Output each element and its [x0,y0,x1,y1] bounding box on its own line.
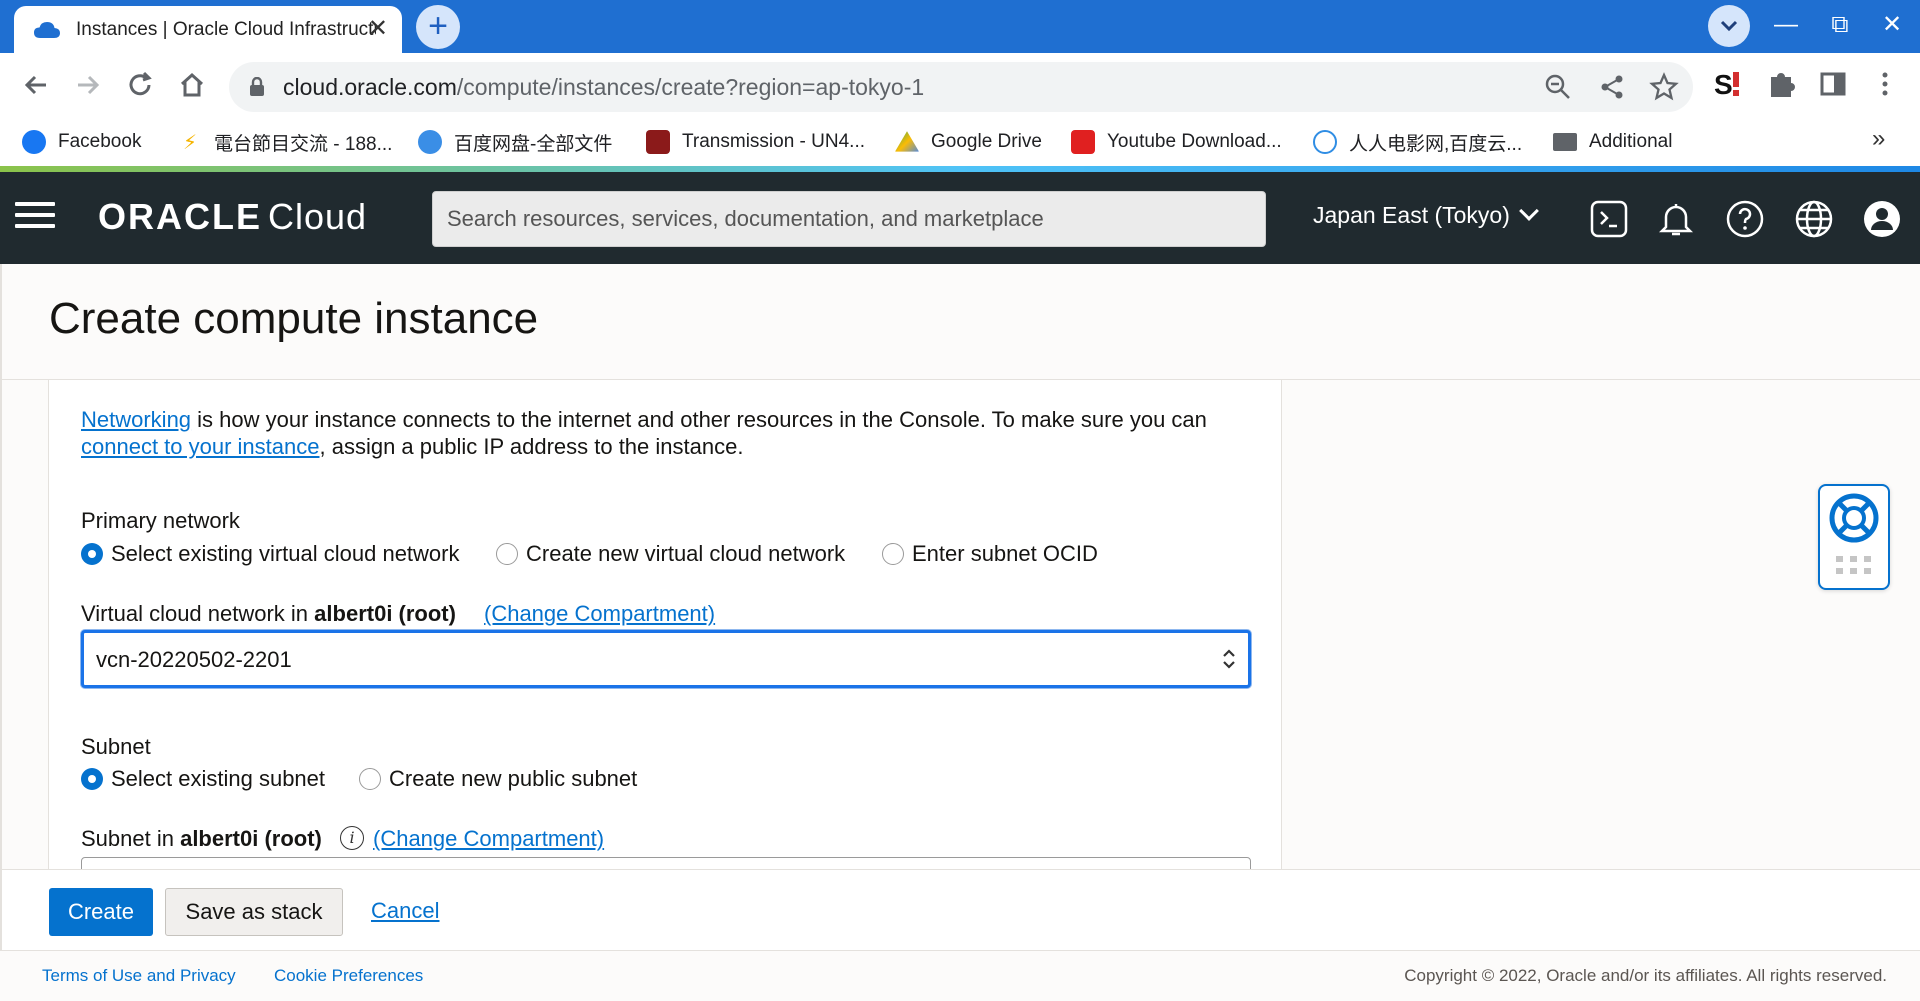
url-text: cloud.oracle.com/compute/instances/creat… [283,74,925,100]
share-icon[interactable] [1597,72,1627,102]
user-profile-icon[interactable] [1862,199,1902,239]
cancel-link[interactable]: Cancel [371,898,439,924]
subnet-compartment-label: Subnet in albert0i (root) [81,826,322,851]
radio-button [81,543,103,565]
transmission-icon [646,130,670,154]
browser-toolbar: cloud.oracle.com/compute/instances/creat… [0,53,1920,117]
lock-icon [250,77,264,96]
subnet-select[interactable] [81,857,1251,869]
region-selector[interactable]: Japan East (Tokyo) [1313,201,1539,229]
radio-create-new-vcn[interactable]: Create new virtual cloud network [496,541,845,567]
form-actions-bar: Create Save as stack Cancel [0,869,1920,951]
browser-tab-strip: Instances | Oracle Cloud Infrastructure … [0,0,1920,53]
help-icon[interactable] [1725,199,1765,239]
bookmarks-bar: Facebook ⚡ 電台節目交流 - 188... 百度网盘-全部文件 Tran… [0,117,1920,168]
terms-of-use-link[interactable]: Terms of Use and Privacy [42,966,236,986]
bookmarks-overflow-button[interactable]: » [1872,125,1885,153]
cloud-shell-icon[interactable] [1589,199,1629,239]
bookmark-star-icon[interactable] [1649,72,1679,102]
lifebuoy-icon [1829,493,1879,574]
baidu-cloud-icon [418,130,442,154]
tab-search-button[interactable] [1708,5,1750,47]
page-title: Create compute instance [49,294,539,343]
forward-arrow-icon[interactable] [70,67,106,103]
vcn-change-compartment-link[interactable]: (Change Compartment) [484,601,715,627]
notifications-bell-icon[interactable] [1656,199,1696,239]
back-arrow-icon[interactable] [18,67,54,103]
folder-icon [1553,133,1577,151]
radio-button [359,768,381,790]
radio-button [882,543,904,565]
extensions-puzzle-icon[interactable] [1764,67,1798,101]
cookie-preferences-link[interactable]: Cookie Preferences [274,966,423,986]
copyright-text: Copyright © 2022, Oracle and/or its affi… [1404,966,1887,985]
oci-search-input[interactable]: Search resources, services, documentatio… [432,191,1266,247]
google-drive-icon [895,131,919,152]
vcn-label: Virtual cloud network in albert0i (root) [81,601,456,626]
radio-enter-subnet-ocid[interactable]: Enter subnet OCID [882,541,1098,567]
networking-intro: Networking is how your instance connects… [81,407,1207,459]
close-window-button[interactable]: ✕ [1874,9,1910,41]
chevron-down-icon [1720,20,1738,32]
side-panel-icon[interactable] [1816,67,1850,101]
tab-close-icon[interactable]: ✕ [368,17,388,41]
radio-select-existing-subnet[interactable]: Select existing subnet [81,766,325,792]
bookmark-folder-additional[interactable]: Additional [1553,125,1672,159]
vcn-select[interactable]: vcn-20220502-2201 [81,630,1251,688]
primary-network-label: Primary network [81,508,240,533]
rr-icon [1313,130,1337,154]
page-header: Create compute instance [0,264,1920,380]
radio-create-new-public-subnet[interactable]: Create new public subnet [359,766,637,792]
subnet-change-compartment-link[interactable]: (Change Compartment) [373,826,604,852]
page-footer: Terms of Use and Privacy Cookie Preferen… [0,951,1920,1001]
radio-select-existing-vcn[interactable]: Select existing virtual cloud network [81,541,460,567]
restore-button[interactable]: ⧉ [1822,9,1858,41]
minimize-button[interactable]: — [1768,9,1804,41]
radio-button [496,543,518,565]
bookmark-baidu-pan[interactable]: 百度网盘-全部文件 [418,125,612,159]
bookmark-youtube-download[interactable]: Youtube Download... [1071,125,1282,159]
facebook-icon [22,130,46,154]
oracle-cloud-logo[interactable]: ORACLE Cloud [98,196,367,238]
tab-title: Instances | Oracle Cloud Infrastructure [76,18,376,40]
download-icon [1071,130,1095,154]
navigation-menu-icon[interactable] [15,202,55,232]
bookmark-transmission[interactable]: Transmission - UN4... [646,125,865,159]
oracle-cloud-favicon-icon [34,21,60,38]
lightning-icon: ⚡ [182,132,198,154]
new-tab-button[interactable]: + [416,5,460,49]
extension-s-icon[interactable]: S [1712,67,1746,101]
bookmark-radio-exchange[interactable]: ⚡ 電台節目交流 - 188... [178,125,392,159]
radio-button [81,768,103,790]
chevron-down-icon [1518,201,1539,221]
networking-form: Networking is how your instance connects… [48,380,1282,869]
bookmark-rr-movies[interactable]: 人人电影网,百度云... [1313,125,1522,159]
language-globe-icon[interactable] [1794,199,1834,239]
connect-to-instance-link[interactable]: connect to your instance [81,434,319,459]
networking-link[interactable]: Networking [81,407,191,432]
info-icon[interactable]: i [340,826,364,850]
zoom-icon[interactable] [1543,72,1573,102]
reload-icon[interactable] [122,67,158,103]
more-menu-icon[interactable] [1868,67,1902,101]
svg-text:S: S [1714,69,1733,100]
subnet-label: Subnet [81,734,151,759]
bookmark-facebook[interactable]: Facebook [22,125,141,159]
save-as-stack-button[interactable]: Save as stack [165,888,343,936]
create-button[interactable]: Create [49,888,153,936]
browser-tab[interactable]: Instances | Oracle Cloud Infrastructure … [14,6,402,53]
oci-header: ORACLE Cloud Search resources, services, … [0,172,1920,264]
address-bar[interactable]: cloud.oracle.com/compute/instances/creat… [229,62,1693,112]
help-widget[interactable] [1818,484,1890,590]
select-arrows-icon [1223,649,1235,669]
home-icon[interactable] [174,67,210,103]
bookmark-google-drive[interactable]: Google Drive [895,125,1042,159]
